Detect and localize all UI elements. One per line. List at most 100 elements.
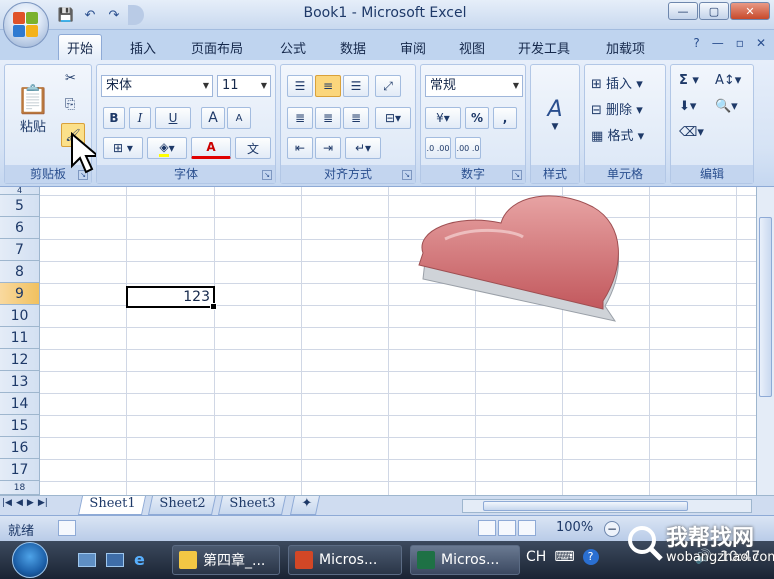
- switch-windows-icon[interactable]: [106, 553, 124, 567]
- format-cells-button[interactable]: ▦ 格式 ▾: [591, 125, 644, 144]
- row-header[interactable]: 16: [0, 437, 40, 459]
- tab-review[interactable]: 审阅: [392, 34, 434, 60]
- next-sheet-icon[interactable]: ▶: [27, 498, 34, 508]
- row-header[interactable]: 15: [0, 415, 40, 437]
- show-desktop-icon[interactable]: [78, 553, 96, 567]
- tab-home[interactable]: 开始: [58, 34, 103, 60]
- increase-decimal-button[interactable]: .0 .00: [425, 137, 451, 159]
- ie-icon[interactable]: e: [134, 552, 145, 568]
- tab-data[interactable]: 数据: [332, 34, 374, 60]
- copy-icon[interactable]: ⎘: [65, 97, 75, 112]
- currency-button[interactable]: ¥▾: [425, 107, 461, 129]
- sheet-tab-2[interactable]: Sheet2: [147, 496, 217, 515]
- align-top-button[interactable]: ☰: [287, 75, 313, 97]
- keyboard-icon[interactable]: ⌨: [554, 549, 574, 565]
- first-sheet-icon[interactable]: |◀: [2, 498, 12, 508]
- wrap-text-button[interactable]: ↵▾: [345, 137, 381, 159]
- office-button[interactable]: [3, 2, 49, 48]
- sort-filter-icon[interactable]: A↕▾: [715, 73, 741, 88]
- macro-record-icon[interactable]: [58, 520, 76, 536]
- prev-sheet-icon[interactable]: ◀: [16, 498, 23, 508]
- delete-cells-button[interactable]: ⊟ 删除 ▾: [591, 99, 643, 118]
- phonetic-button[interactable]: 文: [235, 137, 271, 159]
- underline-button[interactable]: U: [155, 107, 191, 129]
- shrink-font-button[interactable]: A: [227, 107, 251, 129]
- heart-shape-image[interactable]: [405, 191, 635, 341]
- decrease-indent-button[interactable]: ⇤: [287, 137, 313, 159]
- insert-sheet-button[interactable]: ✦: [289, 496, 321, 515]
- last-sheet-icon[interactable]: ▶|: [38, 498, 48, 508]
- row-header[interactable]: 11: [0, 327, 40, 349]
- tab-view[interactable]: 视图: [451, 34, 493, 60]
- alignment-launcher-icon[interactable]: ↘: [402, 170, 412, 180]
- page-layout-view-icon[interactable]: [498, 520, 516, 536]
- taskbar-item-folder[interactable]: 第四章_...: [172, 545, 280, 575]
- italic-button[interactable]: I: [129, 107, 151, 129]
- row-header[interactable]: 10: [0, 305, 40, 327]
- start-button[interactable]: [12, 542, 48, 578]
- save-icon[interactable]: 💾: [56, 5, 76, 25]
- align-right-button[interactable]: ≣: [343, 107, 369, 129]
- borders-button[interactable]: ⊞ ▾: [103, 137, 143, 159]
- paste-button[interactable]: 📋 粘贴: [13, 69, 53, 149]
- volume-icon[interactable]: 🔊: [695, 549, 712, 565]
- horizontal-scroll-thumb[interactable]: [483, 501, 688, 511]
- tab-formulas[interactable]: 公式: [272, 34, 314, 60]
- decrease-decimal-button[interactable]: .00 .0: [455, 137, 481, 159]
- tab-insert[interactable]: 插入: [122, 34, 164, 60]
- row-header[interactable]: 13: [0, 371, 40, 393]
- orientation-button[interactable]: ⤢: [375, 75, 401, 97]
- tab-page-layout[interactable]: 页面布局: [183, 34, 251, 60]
- taskbar-item-excel[interactable]: Micros...: [410, 545, 520, 575]
- undo-icon[interactable]: ↶: [80, 5, 100, 25]
- normal-view-icon[interactable]: [478, 520, 496, 536]
- number-format-combo[interactable]: 常规 ▼: [425, 75, 523, 97]
- sheet-tab-3[interactable]: Sheet3: [217, 496, 287, 515]
- insert-cells-button[interactable]: ⊞ 插入 ▾: [591, 73, 643, 92]
- font-size-combo[interactable]: 11 ▼: [217, 75, 271, 97]
- increase-indent-button[interactable]: ⇥: [315, 137, 341, 159]
- sheet-tab-1[interactable]: Sheet1: [77, 496, 147, 515]
- selected-cell[interactable]: 123: [126, 286, 217, 310]
- row-header[interactable]: 8: [0, 261, 40, 283]
- percent-button[interactable]: %: [465, 107, 489, 129]
- find-select-icon[interactable]: 🔍▾: [715, 99, 738, 114]
- ribbon-minimize-icon[interactable]: —: [712, 36, 724, 50]
- help-icon[interactable]: ?: [693, 36, 699, 50]
- minimize-button[interactable]: —: [668, 2, 698, 20]
- font-name-combo[interactable]: 宋体 ▼: [101, 75, 213, 97]
- fill-icon[interactable]: ⬇▾: [679, 99, 696, 114]
- row-header[interactable]: 5: [0, 195, 40, 217]
- horizontal-scrollbar[interactable]: [462, 499, 752, 513]
- merge-center-button[interactable]: ⊟▾: [375, 107, 411, 129]
- vertical-scrollbar[interactable]: [756, 187, 774, 495]
- row-header[interactable]: 6: [0, 217, 40, 239]
- clear-icon[interactable]: ⌫▾: [679, 125, 704, 140]
- tab-addins[interactable]: 加载项: [598, 34, 653, 60]
- grow-font-button[interactable]: A: [201, 107, 225, 129]
- row-header[interactable]: 7: [0, 239, 40, 261]
- fill-color-button[interactable]: ◈ ▾: [147, 137, 187, 159]
- align-bottom-button[interactable]: ☰: [343, 75, 369, 97]
- help-tray-icon[interactable]: ?: [582, 549, 599, 565]
- row-header[interactable]: 14: [0, 393, 40, 415]
- row-header-selected[interactable]: 9: [0, 283, 40, 305]
- maximize-button[interactable]: ▢: [699, 2, 729, 20]
- ribbon-close-icon[interactable]: ✕: [756, 36, 766, 50]
- row-header[interactable]: 12: [0, 349, 40, 371]
- close-button[interactable]: ✕: [730, 2, 770, 20]
- ribbon-restore-icon[interactable]: ▫: [736, 36, 744, 50]
- row-header[interactable]: 17: [0, 459, 40, 481]
- styles-button[interactable]: A ▼: [535, 69, 575, 159]
- qat-customize-icon[interactable]: [128, 5, 144, 25]
- align-center-button[interactable]: ≣: [315, 107, 341, 129]
- page-break-view-icon[interactable]: [518, 520, 536, 536]
- zoom-level[interactable]: 100%: [556, 520, 593, 535]
- redo-icon[interactable]: ↷: [104, 5, 124, 25]
- taskbar-item-powerpoint[interactable]: Micros...: [288, 545, 402, 575]
- font-launcher-icon[interactable]: ↘: [262, 170, 272, 180]
- number-launcher-icon[interactable]: ↘: [512, 170, 522, 180]
- vertical-scroll-thumb[interactable]: [759, 217, 772, 397]
- align-middle-button[interactable]: ≡: [315, 75, 341, 97]
- cut-icon[interactable]: ✂: [65, 71, 76, 86]
